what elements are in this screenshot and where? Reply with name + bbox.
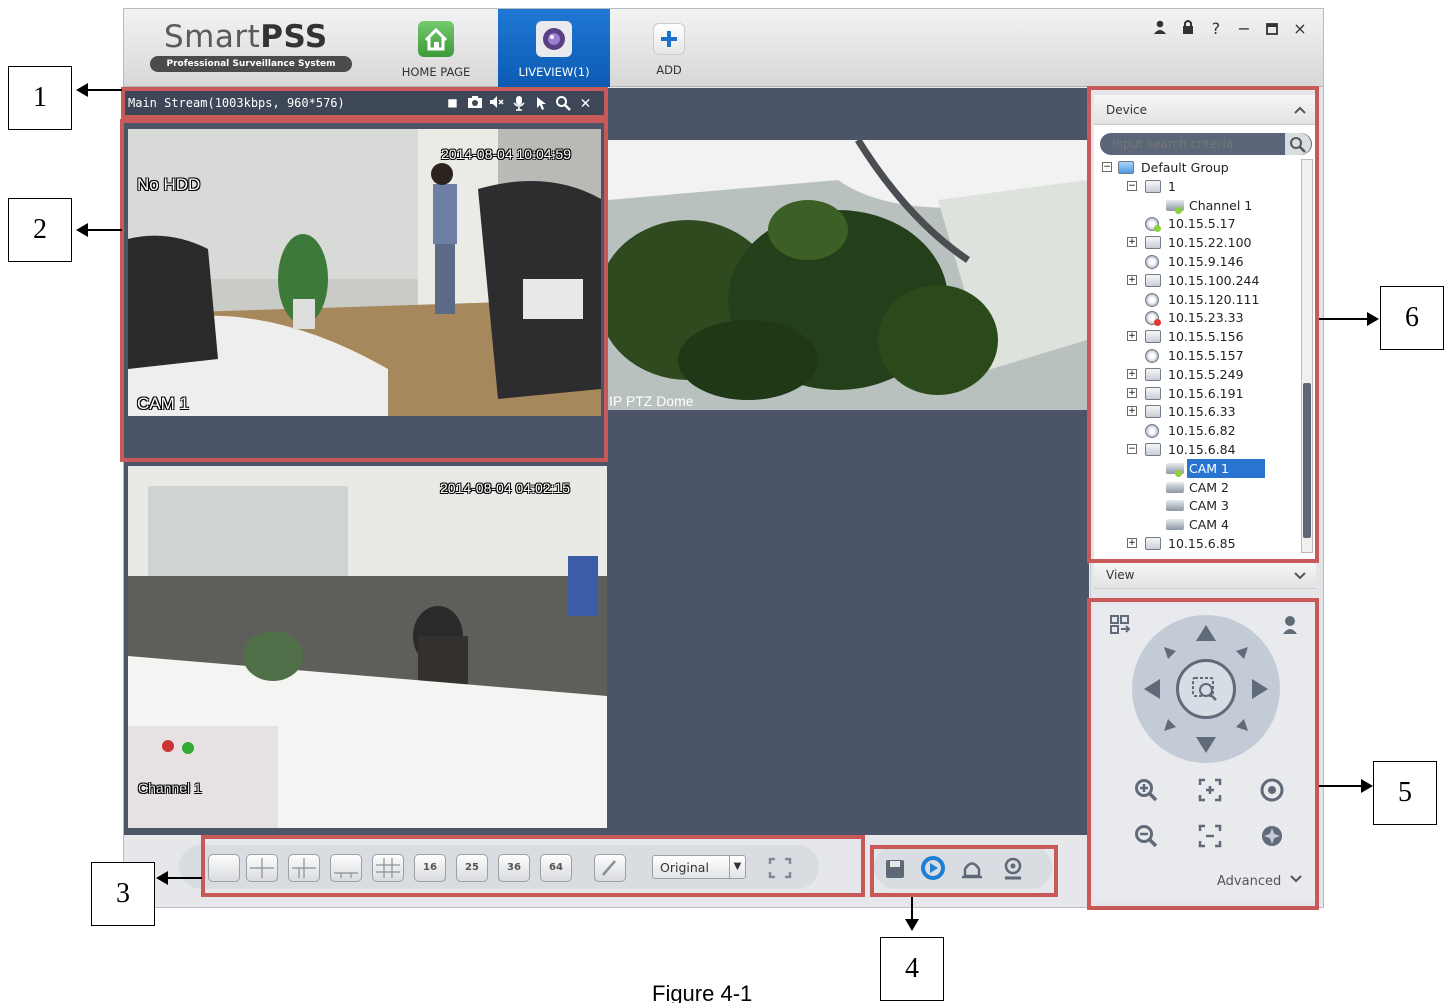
arrow-down-icon <box>905 919 919 931</box>
view-panel-header[interactable]: View <box>1094 561 1316 589</box>
tab-add[interactable]: ADD <box>613 9 725 87</box>
annotation-box-1 <box>121 87 608 119</box>
ptz-scene <box>608 140 1087 410</box>
arrow-right-icon <box>1361 779 1373 793</box>
callout-4: 4 <box>880 937 944 1001</box>
logo-smart-text: Smart <box>164 19 261 55</box>
arrow-left-icon <box>76 223 88 237</box>
minimize-button[interactable]: − <box>1232 19 1256 38</box>
tab-home-page[interactable]: HOME PAGE <box>380 9 492 87</box>
plus-icon <box>653 23 685 55</box>
camera-lens-icon <box>536 21 572 57</box>
annotation-box-2 <box>120 119 608 462</box>
lock-icon[interactable] <box>1176 19 1200 39</box>
chevron-down-icon[interactable] <box>1292 567 1308 583</box>
channel1-name-overlay: Channel 1 <box>138 780 202 796</box>
callout-4-arrow <box>911 897 913 921</box>
annotation-box-3 <box>201 835 865 897</box>
annotation-box-5 <box>1087 598 1319 910</box>
video-pane-ptz[interactable]: IP PTZ Dome <box>608 140 1087 410</box>
figure-caption: Figure 4-1 <box>652 985 753 1003</box>
close-button[interactable]: × <box>1288 19 1312 38</box>
arrow-left-icon <box>76 83 88 97</box>
callout-6-arrow <box>1319 318 1369 320</box>
video-pane-channel1[interactable]: 2014-08-04 04:02:15 Channel 1 <box>128 466 607 828</box>
app-logo: SmartPSS <box>164 19 328 55</box>
tab-liveview-label: LIVEVIEW(1) <box>518 65 590 79</box>
arrow-left-icon <box>156 871 168 885</box>
callout-5-arrow <box>1319 785 1363 787</box>
callout-1: 1 <box>8 66 72 130</box>
tab-liveview[interactable]: LIVEVIEW(1) <box>498 9 610 87</box>
annotation-box-4 <box>870 845 1058 897</box>
user-icon[interactable] <box>1148 19 1172 39</box>
view-panel-title: View <box>1106 568 1135 582</box>
office-scene <box>128 466 607 828</box>
home-icon <box>418 21 454 57</box>
callout-2: 2 <box>8 198 72 262</box>
tab-home-page-label: HOME PAGE <box>401 65 471 79</box>
ptz-name-overlay: IP PTZ Dome <box>609 393 694 409</box>
help-button[interactable]: ? <box>1204 19 1228 38</box>
channel1-timestamp-overlay: 2014-08-04 04:02:15 <box>440 480 570 496</box>
annotation-box-6 <box>1087 86 1319 563</box>
maximize-button[interactable] <box>1260 19 1284 39</box>
logo-subtitle: Professional Surveillance System <box>150 56 352 72</box>
callout-5: 5 <box>1373 761 1437 825</box>
logo-pss-text: PSS <box>260 19 328 55</box>
callout-6: 6 <box>1380 286 1444 350</box>
callout-3: 3 <box>91 862 155 926</box>
title-bar: SmartPSS Professional Surveillance Syste… <box>124 9 1323 87</box>
arrow-right-icon <box>1367 312 1379 326</box>
tab-add-label: ADD <box>656 63 682 77</box>
